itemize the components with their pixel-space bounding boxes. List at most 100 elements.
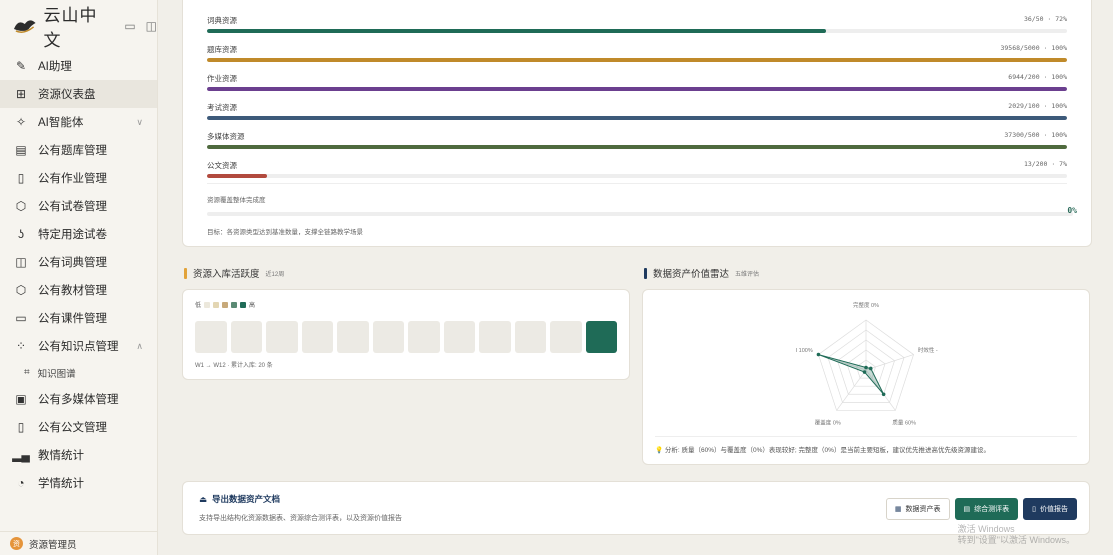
- layout-toggle-icon[interactable]: ▭: [124, 19, 135, 33]
- resource-value: 13/200 · 7%: [1023, 160, 1067, 168]
- radar-axis-label: I 100%: [796, 348, 813, 354]
- heatmap-cell[interactable]: [230, 321, 262, 353]
- data-asset-table-button[interactable]: ▦ 数据资产表: [885, 498, 950, 520]
- overall-completion: 资源覆盖整体完成度 0% 目标：各资源类型达到基准数量，支撑全链路教学场景: [207, 183, 1077, 236]
- heatmap-cell[interactable]: [585, 321, 617, 353]
- shield-icon: ⬡: [15, 199, 27, 213]
- heatmap-cell[interactable]: [443, 321, 475, 353]
- edit-icon: ✎: [15, 59, 27, 73]
- sidebar-item-label: 公有课件管理: [38, 313, 107, 325]
- radar-title: 数据资产价值雷达: [653, 269, 730, 280]
- sidebar-item-special-papers[interactable]: ʖ 特定用途试卷: [0, 220, 157, 248]
- radar-axis-label: 覆盖度 0%: [815, 419, 841, 427]
- analysis-text: 质量（60%）与覆盖度（0%）表现较好; 完整度（0%）是当前主要短板，建议优先…: [681, 447, 990, 454]
- main-content: 词典资源 36/50 · 72% 题库资源 39568/5000 · 100% 作业资源…: [170, 0, 1105, 555]
- resource-label: 考试资源: [207, 103, 237, 112]
- heatmap-cell[interactable]: [372, 321, 404, 353]
- heatmap-cell[interactable]: [550, 321, 582, 353]
- sidebar-item-label: 知识图谱: [37, 368, 76, 380]
- chevron-up-icon[interactable]: ∧: [136, 341, 143, 352]
- sidebar-item-label: AI智能体: [38, 117, 84, 129]
- sidebar-item-label: 公有教材管理: [38, 285, 107, 297]
- resource-row: 作业资源 6944/200 · 100%: [195, 63, 1079, 92]
- export-title: 导出数据资产文档: [212, 494, 281, 504]
- heatmap-note: W1 → W12 · 累计入库: 20 条: [195, 363, 273, 369]
- heatmap-cell[interactable]: [301, 321, 333, 353]
- sidebar-item-label: 公有题库管理: [38, 145, 107, 157]
- radar-subtitle: 五维评估: [735, 271, 760, 278]
- resource-row: 多媒体资源 37300/500 · 100%: [195, 121, 1079, 150]
- sidebar-item-label: 资源仪表盘: [38, 89, 96, 101]
- radar-point[interactable]: [868, 366, 873, 371]
- book-icon: ◫: [15, 255, 27, 269]
- analysis-prefix: 分析:: [664, 447, 680, 454]
- avatar: 资: [10, 537, 23, 550]
- sidebar-item-label: AI助理: [38, 61, 72, 73]
- table-icon: ▦: [894, 506, 902, 513]
- resource-value: 2029/100 · 100%: [1008, 102, 1067, 110]
- sidebar-item-official-docs[interactable]: ▯ 公有公文管理: [0, 413, 157, 441]
- sidebar-item-label: 教情统计: [38, 450, 84, 462]
- radar-point[interactable]: [816, 352, 821, 357]
- nodes-icon: ⁘: [15, 339, 27, 353]
- sidebar-nav: ✎ AI助理 ⊞ 资源仪表盘 ✧ AI智能体 ∨ ▤ 公有题库管理 ▯ 公有作业…: [0, 52, 157, 497]
- heatmap-cell[interactable]: [337, 321, 369, 353]
- resource-progress-fill: [207, 145, 1067, 149]
- resource-label: 多媒体资源: [207, 132, 245, 141]
- section-marker: [644, 267, 647, 279]
- sidebar-item-label: 公有词典管理: [38, 257, 107, 269]
- sidebar-item-dictionary[interactable]: ◫ 公有词典管理: [0, 248, 157, 276]
- sidebar-item-courseware[interactable]: ▭ 公有课件管理: [0, 304, 157, 332]
- export-icon: ⏏: [199, 493, 208, 504]
- radar-axis-label: 完整度 0%: [853, 301, 879, 309]
- sidebar-item-knowledge-points[interactable]: ⁘ 公有知识点管理 ∧: [0, 332, 157, 360]
- sidebar-subitem-knowledge-graph[interactable]: ⌗ 知识图谱: [0, 360, 157, 385]
- heatmap-cell[interactable]: [266, 321, 298, 353]
- sidebar-item-ai-agent[interactable]: ✧ AI智能体 ∨: [0, 108, 157, 136]
- activity-subtitle: 近12周: [265, 271, 285, 278]
- comprehensive-eval-button[interactable]: ▤ 综合测评表: [954, 498, 1019, 520]
- lightbulb-icon: 💡: [655, 447, 664, 454]
- user-profile[interactable]: 资 资源管理员: [0, 531, 158, 555]
- sidebar-item-textbooks[interactable]: ⬡ 公有教材管理: [0, 276, 157, 304]
- value-report-button[interactable]: ▯ 价值报告: [1023, 498, 1077, 520]
- resource-progress-track: [207, 58, 1067, 62]
- radar-axis-label: 质量 60%: [892, 419, 916, 427]
- clipboard-icon: ▤: [15, 143, 27, 157]
- overall-title: 资源覆盖整体完成度: [207, 197, 266, 204]
- sidebar-item-homework[interactable]: ▯ 公有作业管理: [0, 164, 157, 192]
- sidebar-item-multimedia[interactable]: ▣ 公有多媒体管理: [0, 385, 157, 413]
- sidebar-item-ai-assistant[interactable]: ✎ AI助理: [0, 52, 157, 80]
- windows-activation-watermark: 激活 Windows 转到"设置"以激活 Windows。: [958, 524, 1075, 546]
- resource-row: 公文资源 13/200 · 7%: [195, 150, 1079, 179]
- sidebar-item-resource-dashboard[interactable]: ⊞ 资源仪表盘: [0, 80, 157, 108]
- resource-progress-fill: [207, 87, 1067, 91]
- heatmap-cell[interactable]: [514, 321, 546, 353]
- monitor-icon: ▭: [15, 311, 27, 325]
- resource-progress-fill: [207, 58, 1067, 62]
- radar-point[interactable]: [881, 392, 886, 397]
- chevron-down-icon[interactable]: ∨: [136, 117, 143, 128]
- brand-title: 云山中文: [43, 6, 98, 51]
- legend-high-label: 高: [249, 303, 256, 309]
- heatmap-cell[interactable]: [408, 321, 440, 353]
- section-marker: [184, 267, 187, 279]
- heatmap-cell[interactable]: [479, 321, 511, 353]
- shield-icon: ⬡: [15, 283, 27, 297]
- legend-swatch: [231, 301, 238, 308]
- brand: 云山中文 ▭ ◫: [0, 0, 157, 52]
- sidebar-item-exam-papers[interactable]: ⬡ 公有试卷管理: [0, 192, 157, 220]
- radar-point[interactable]: [864, 365, 868, 370]
- sidebar-item-teaching-stats[interactable]: ▂▄ 教情统计: [0, 441, 157, 469]
- resource-value: 6944/200 · 100%: [1008, 73, 1067, 81]
- sidebar-item-label: 公有多媒体管理: [38, 394, 119, 406]
- radar-section-header: 数据资产价值雷达 五维评估: [644, 266, 759, 280]
- sidebar-item-learning-stats[interactable]: ◔ 学情统计: [0, 469, 157, 497]
- heatmap-cell[interactable]: [195, 321, 227, 353]
- resource-progress-track: [207, 145, 1067, 149]
- resource-row: 题库资源 39568/5000 · 100%: [195, 34, 1079, 63]
- radar-point[interactable]: [862, 370, 867, 374]
- collapse-sidebar-icon[interactable]: ◫: [146, 19, 157, 33]
- dashboard-grid-icon: ⊞: [15, 87, 27, 101]
- sidebar-item-question-bank[interactable]: ▤ 公有题库管理: [0, 136, 157, 164]
